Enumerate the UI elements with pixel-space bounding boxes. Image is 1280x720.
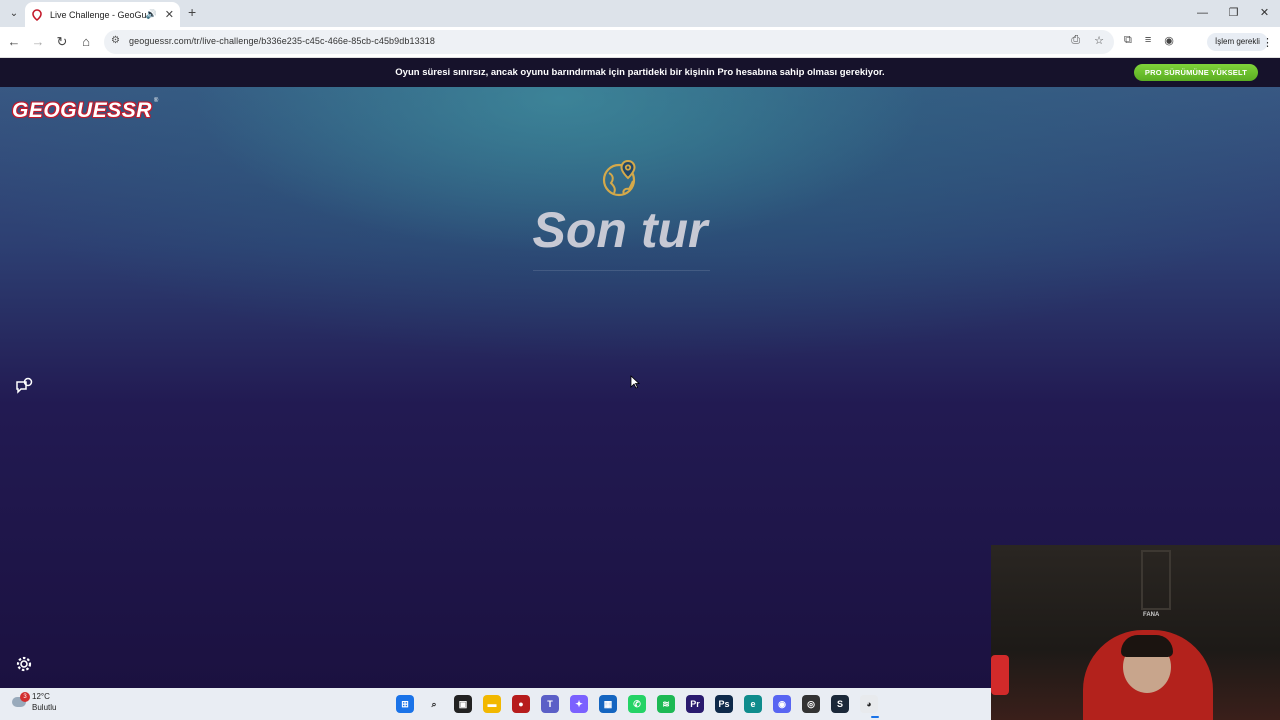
bookmark-star-icon[interactable]: ☆ [1094, 34, 1104, 47]
title-divider [533, 270, 710, 271]
new-tab-plus-icon[interactable]: + [188, 4, 196, 20]
media-control-icon[interactable]: ≡ [1145, 34, 1151, 47]
discord-icon[interactable]: ◉ [773, 695, 791, 713]
window-controls: — ❐ ✕ [1187, 0, 1280, 27]
round-title: Son tur [532, 202, 708, 258]
windows-taskbar: 3 12°C Bulutlu ⊞ ⌕ ▣ ▬ ● T ✦ ▦ ✆ ≋ Pr Ps e ◉ ◎ S ◕ [0, 688, 991, 720]
home-icon[interactable]: ⌂ [78, 34, 94, 50]
settings-gear-icon[interactable] [14, 654, 34, 674]
store-icon[interactable]: ▦ [599, 695, 617, 713]
webcam-sign-text: FANA [1143, 612, 1160, 618]
forward-arrow-icon[interactable]: → [30, 34, 46, 50]
cloud-icon: 3 [12, 692, 30, 707]
banner-message: Oyun süresi sınırsız, ancak oyunu barınd… [395, 67, 885, 78]
browser-tab-active[interactable]: Live Challenge - GeoGuessr 🔊 ✕ [25, 2, 180, 27]
profile-action-chip[interactable]: İşlem gerekli [1207, 33, 1268, 51]
photoshop-icon[interactable]: Ps [715, 695, 733, 713]
task-view-icon[interactable]: ▣ [454, 695, 472, 713]
red-app-icon[interactable]: ● [512, 695, 530, 713]
pro-banner: Oyun süresi sınırsız, ancak oyunu barınd… [0, 58, 1280, 87]
webcam-person-hair [1121, 635, 1173, 657]
speaker-icon[interactable]: 🔊 [146, 9, 157, 20]
weather-temperature: 12°C [32, 692, 50, 701]
browser-toolbar: ← → ↻ ⌂ ⚙ geoguessr.com/tr/live-challeng… [0, 27, 1280, 58]
search-icon[interactable]: ⌕ [425, 695, 443, 713]
webcam-microphone [991, 655, 1009, 695]
upgrade-pro-button[interactable]: PRO SÜRÜMÜNE YÜKSELT [1133, 64, 1258, 81]
edge-icon[interactable]: e [744, 695, 762, 713]
chrome-icon[interactable]: ◕ [860, 695, 878, 713]
install-app-icon[interactable]: ⎙ [1071, 34, 1080, 47]
weather-widget[interactable]: 3 12°C Bulutlu [12, 692, 56, 712]
globe-pin-icon [602, 159, 636, 197]
whatsapp-icon[interactable]: ✆ [628, 695, 646, 713]
weather-badge: 3 [20, 692, 30, 702]
steam-icon[interactable]: S [831, 695, 849, 713]
teams-icon[interactable]: T [541, 695, 559, 713]
obs-icon[interactable]: ◎ [802, 695, 820, 713]
url-text[interactable]: geoguessr.com/tr/live-challenge/b336e235… [129, 36, 435, 46]
spotify-icon[interactable]: ≋ [657, 695, 675, 713]
browser-tabstrip: ⌄ Live Challenge - GeoGuessr 🔊 ✕ + — ❐ ✕ [0, 0, 1280, 27]
address-bar[interactable]: ⚙ geoguessr.com/tr/live-challenge/b336e2… [104, 30, 1114, 54]
mouse-cursor-icon [630, 375, 640, 389]
geoguessr-favicon-icon [32, 8, 42, 21]
tab-search-chevron-icon[interactable]: ⌄ [6, 6, 22, 22]
webcam-overlay: FANA [991, 545, 1280, 720]
window-close-icon[interactable]: ✕ [1249, 0, 1280, 27]
logo-registered-mark: ® [153, 98, 159, 104]
tab-title: Live Challenge - GeoGuessr [50, 9, 146, 20]
back-arrow-icon[interactable]: ← [6, 34, 22, 50]
copilot-icon[interactable]: ✦ [570, 695, 588, 713]
reload-icon[interactable]: ↻ [54, 34, 70, 50]
chat-icon[interactable] [14, 376, 34, 396]
file-explorer-icon[interactable]: ▬ [483, 695, 501, 713]
webcam-background-shelf [1141, 550, 1171, 610]
premiere-icon[interactable]: Pr [686, 695, 704, 713]
close-tab-icon[interactable]: ✕ [165, 8, 174, 21]
active-app-indicator [871, 716, 879, 718]
profile-icon[interactable]: ◉ [1164, 34, 1174, 47]
weather-condition: Bulutlu [32, 703, 57, 712]
taskbar-app-list: ⊞ ⌕ ▣ ▬ ● T ✦ ▦ ✆ ≋ Pr Ps e ◉ ◎ S ◕ [396, 695, 878, 713]
site-info-icon[interactable]: ⚙ [111, 35, 120, 46]
geoguessr-logo[interactable]: GEOGUESSR ® [12, 98, 158, 124]
restore-icon[interactable]: ❐ [1218, 0, 1249, 27]
start-icon[interactable]: ⊞ [396, 695, 414, 713]
browser-menu-icon[interactable]: ⋮ [1262, 36, 1273, 49]
extensions-icon[interactable]: ⧉ [1124, 34, 1132, 47]
minimize-icon[interactable]: — [1187, 0, 1218, 27]
logo-text: GEOGUESSR [12, 99, 152, 122]
